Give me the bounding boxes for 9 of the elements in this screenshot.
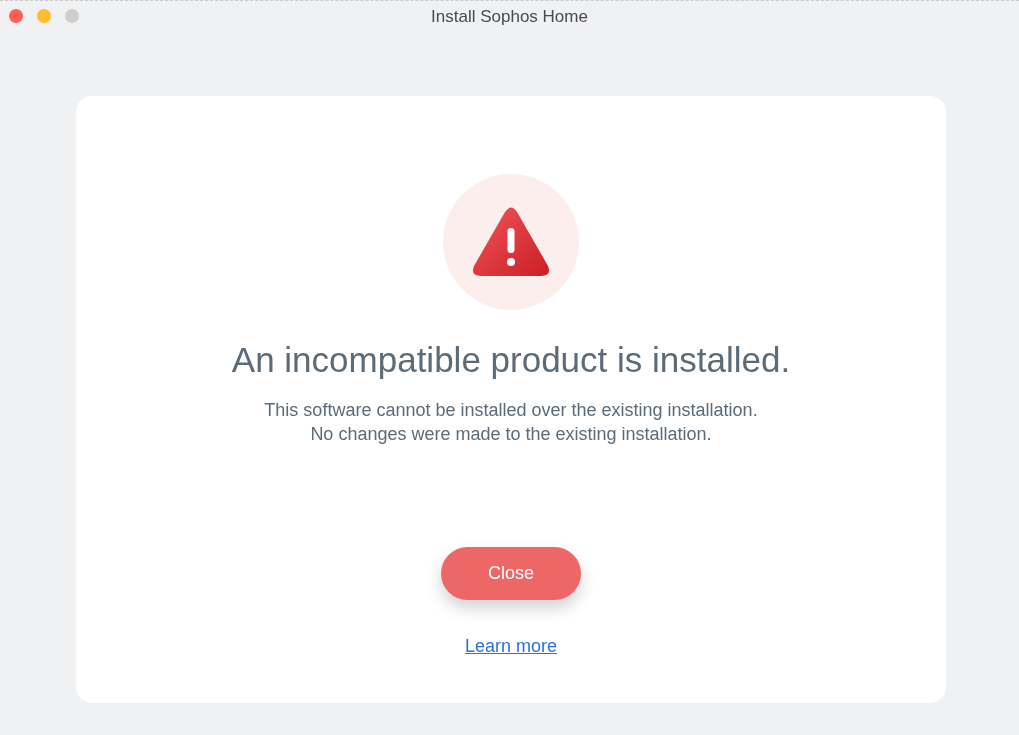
minimize-window-button[interactable] [37,9,51,23]
error-message: This software cannot be installed over the existing installation. No changes were made to the existing installation. [264,399,758,446]
zoom-window-button[interactable] [65,9,79,23]
close-button[interactable]: Close [441,547,581,600]
close-window-button[interactable] [9,9,23,23]
window-title: Install Sophos Home [431,7,588,27]
warning-icon [471,206,551,278]
learn-more-link[interactable]: Learn more [464,636,558,657]
error-heading: An incompatible product is installed. [231,340,791,380]
